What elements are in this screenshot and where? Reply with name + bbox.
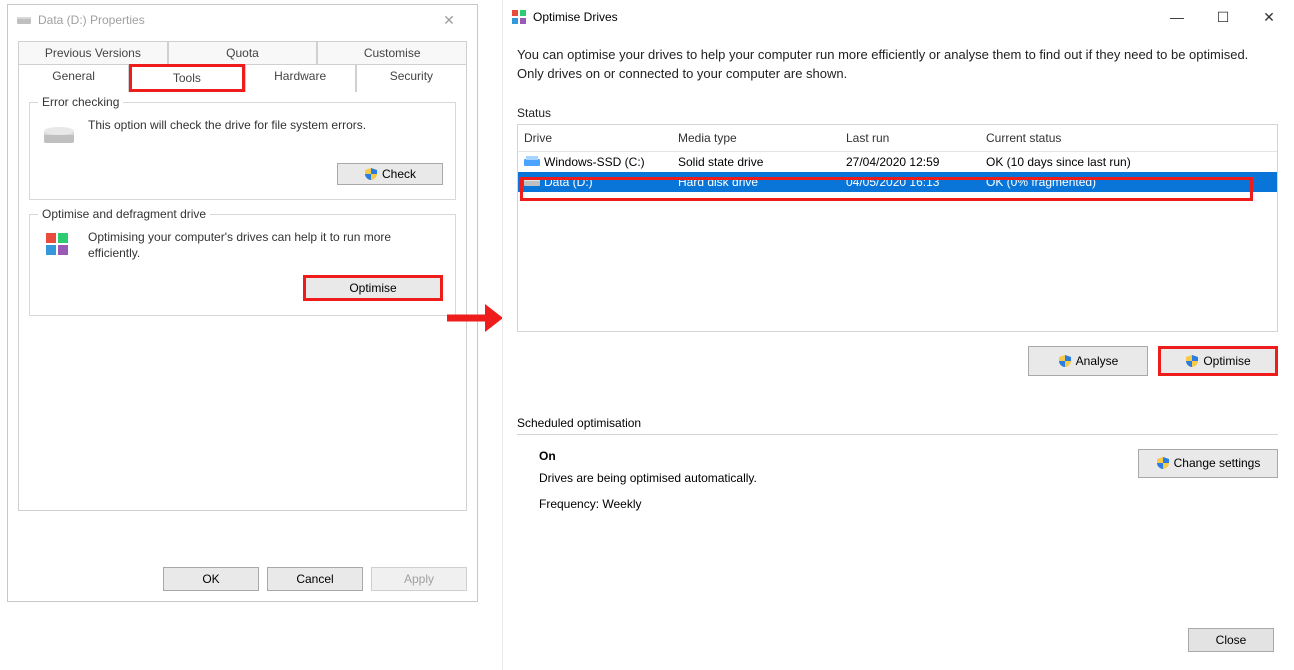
close-button[interactable]: ✕ [1246, 2, 1292, 32]
arrow-icon [445, 298, 505, 338]
intro-text: You can optimise your drives to help you… [517, 46, 1278, 84]
properties-window: Data (D:) Properties ✕ Previous Versions… [7, 4, 478, 602]
sched-on: On [539, 449, 757, 463]
shield-icon [364, 167, 378, 181]
optimise-label: Optimise [349, 281, 396, 295]
table-head: Drive Media type Last run Current status [518, 125, 1277, 152]
check-button[interactable]: Check [337, 163, 443, 185]
optimise-button[interactable]: Optimise [303, 275, 443, 301]
ssd-icon [524, 156, 540, 168]
tab-previous-versions[interactable]: Previous Versions [18, 41, 168, 64]
analyse-button[interactable]: Analyse [1028, 346, 1148, 376]
defrag-icon [511, 9, 527, 25]
titlebar: Optimise Drives — ☐ ✕ [503, 0, 1292, 34]
tab-content: Error checking This option will check th… [18, 92, 467, 511]
optimise-label: Optimise [1203, 354, 1250, 368]
apply-button: Apply [371, 567, 467, 591]
change-label: Change settings [1174, 456, 1261, 470]
tab-quota[interactable]: Quota [168, 41, 318, 64]
defrag-icon [42, 229, 78, 265]
optimise-drives-window: Optimise Drives — ☐ ✕ You can optimise y… [502, 0, 1292, 670]
current-status: OK (0% fragmented) [986, 175, 1277, 189]
window-title: Optimise Drives [533, 10, 618, 24]
cancel-button[interactable]: Cancel [267, 567, 363, 591]
drive-name: Data (D:) [544, 175, 593, 189]
optimise-group: Optimise and defragment drive Optimising… [29, 214, 456, 316]
status-label: Status [517, 106, 1278, 120]
error-checking-group: Error checking This option will check th… [29, 102, 456, 200]
sched-freq: Frequency: Weekly [539, 497, 757, 511]
maximize-button[interactable]: ☐ [1200, 2, 1246, 32]
check-label: Check [382, 167, 416, 181]
current-status: OK (10 days since last run) [986, 155, 1277, 169]
tab-customise[interactable]: Customise [317, 41, 467, 64]
table-row[interactable]: Windows-SSD (C:) Solid state drive 27/04… [518, 152, 1277, 172]
hdd-icon [524, 176, 540, 188]
optimise-group-title: Optimise and defragment drive [38, 207, 210, 221]
error-checking-title: Error checking [38, 95, 123, 109]
dialog-buttons: OK Cancel Apply [163, 567, 467, 591]
shield-icon [1058, 354, 1072, 368]
tab-general[interactable]: General [18, 64, 129, 92]
tabs-row-front: General Tools Hardware Security [18, 64, 467, 92]
last-run: 27/04/2020 12:59 [846, 155, 986, 169]
minimize-button[interactable]: — [1154, 2, 1200, 32]
shield-icon [1185, 354, 1199, 368]
window-title: Data (D:) Properties [38, 13, 145, 27]
error-checking-text: This option will check the drive for fil… [88, 117, 366, 133]
col-status[interactable]: Current status [986, 131, 1277, 145]
optimise-button[interactable]: Optimise [1158, 346, 1278, 376]
col-media[interactable]: Media type [678, 131, 846, 145]
close-dialog-button[interactable]: Close [1188, 628, 1274, 652]
tabs-row-back: Previous Versions Quota Customise [18, 41, 467, 64]
drive-check-icon [42, 117, 78, 153]
table-row[interactable]: Data (D:) Hard disk drive 04/05/2020 16:… [518, 172, 1277, 192]
drives-table: Drive Media type Last run Current status… [517, 124, 1278, 332]
col-last[interactable]: Last run [846, 131, 986, 145]
shield-icon [1156, 456, 1170, 470]
media-type: Hard disk drive [678, 175, 846, 189]
sched-text: Drives are being optimised automatically… [539, 471, 757, 485]
media-type: Solid state drive [678, 155, 846, 169]
last-run: 04/05/2020 16:13 [846, 175, 986, 189]
tab-tools[interactable]: Tools [129, 64, 244, 92]
optimise-group-text: Optimising your computer's drives can he… [88, 229, 443, 261]
scheduled-label: Scheduled optimisation [517, 416, 1278, 430]
drive-icon [16, 12, 32, 28]
analyse-label: Analyse [1076, 354, 1119, 368]
change-settings-button[interactable]: Change settings [1138, 449, 1278, 478]
ok-button[interactable]: OK [163, 567, 259, 591]
drive-name: Windows-SSD (C:) [544, 155, 645, 169]
titlebar: Data (D:) Properties ✕ [8, 5, 477, 35]
col-drive[interactable]: Drive [524, 131, 678, 145]
tab-security[interactable]: Security [356, 64, 467, 92]
scheduled-section: On Drives are being optimised automatica… [517, 434, 1278, 523]
tab-hardware[interactable]: Hardware [245, 64, 356, 92]
close-button[interactable]: ✕ [429, 6, 469, 34]
